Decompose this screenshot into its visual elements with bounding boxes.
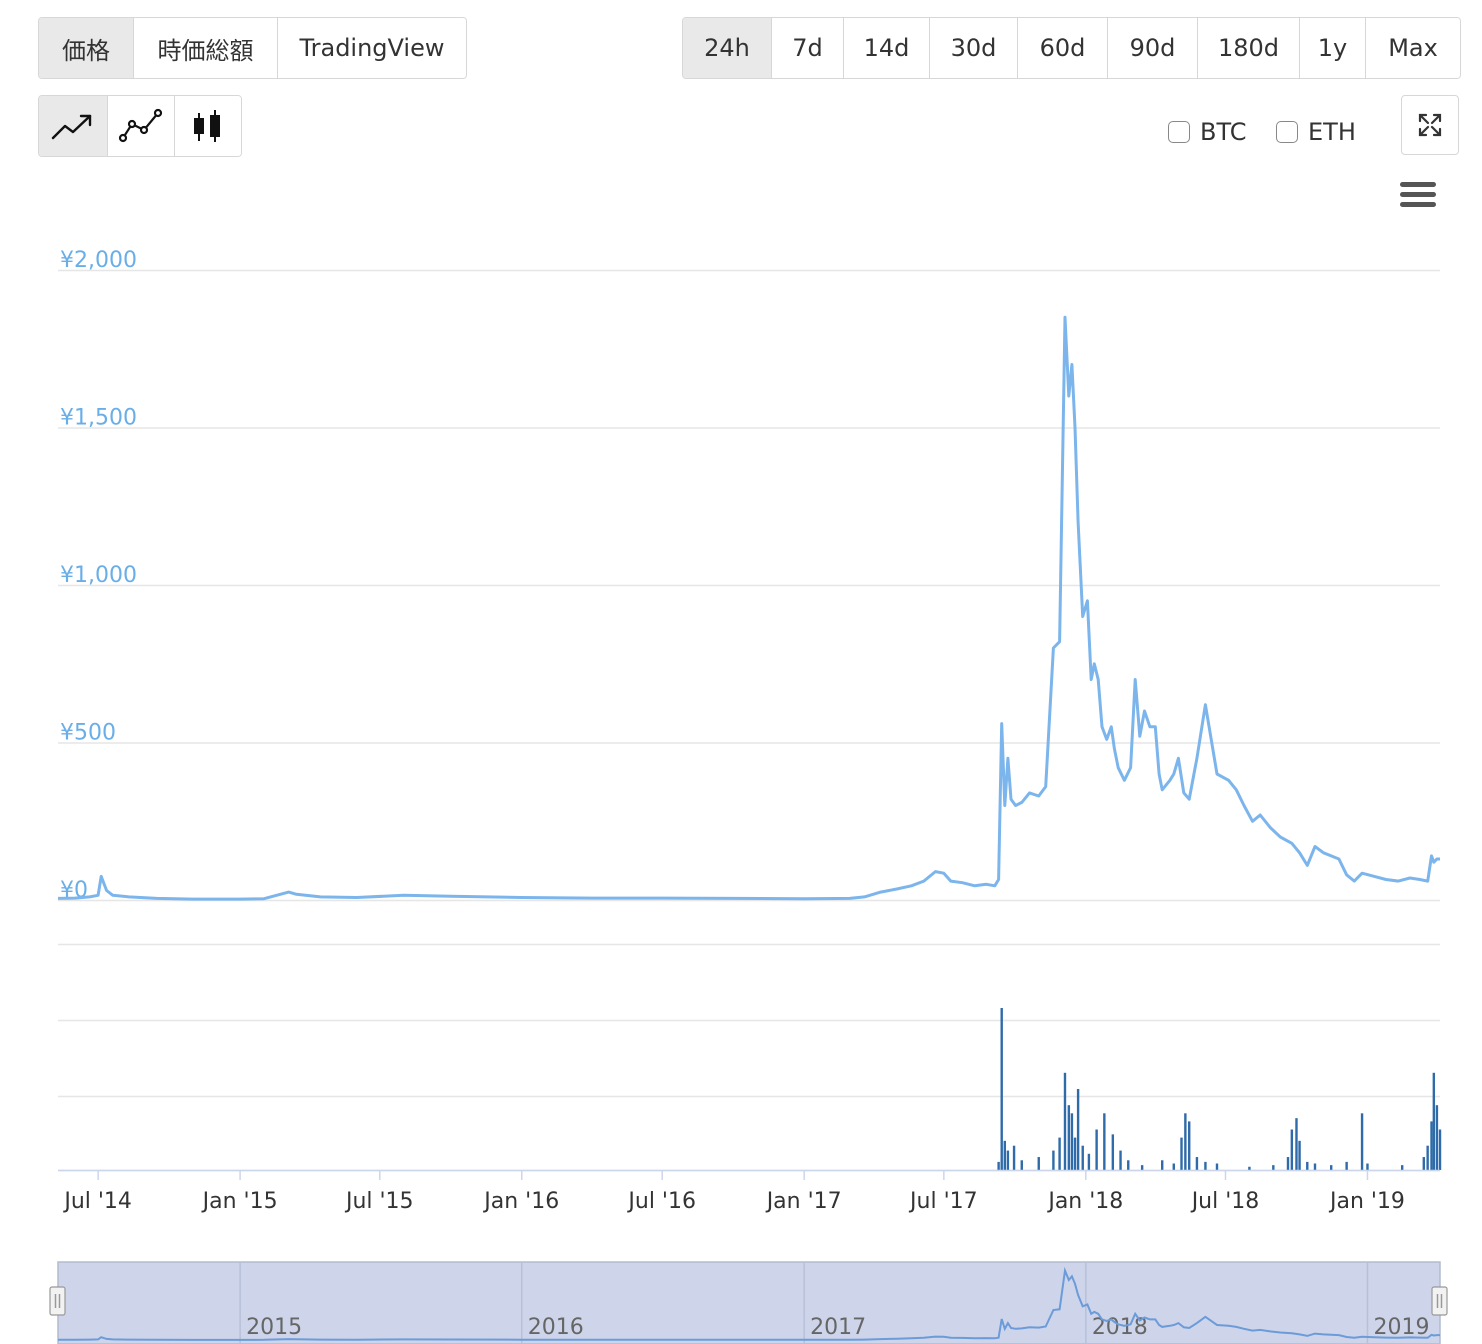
price-line bbox=[57, 315, 1440, 901]
x-tick-label: Jul '16 bbox=[626, 1189, 696, 1214]
volume-bar bbox=[1037, 1157, 1040, 1170]
volume-series bbox=[58, 1008, 1442, 1172]
volume-bar bbox=[1103, 1113, 1106, 1170]
volume-bar bbox=[1052, 1150, 1055, 1170]
volume-bar bbox=[1140, 1165, 1144, 1170]
navigator-year-label: 2017 bbox=[810, 1315, 866, 1340]
volume-bar bbox=[1000, 1008, 1003, 1170]
navigator-year-label: 2015 bbox=[246, 1315, 302, 1340]
volume-bar bbox=[1063, 1072, 1067, 1170]
volume-bar bbox=[1095, 1129, 1098, 1170]
volume-bar bbox=[1204, 1161, 1207, 1170]
x-tick-label: Jul '14 bbox=[62, 1189, 132, 1214]
volume-bar bbox=[1298, 1140, 1301, 1170]
volume-bar bbox=[1003, 1140, 1006, 1170]
volume-bar bbox=[1012, 1145, 1016, 1170]
x-tick-label: Jul '15 bbox=[344, 1189, 414, 1214]
volume-bar bbox=[1290, 1129, 1294, 1170]
navigator[interactable]: 2015 2016 2017 2018 2019 bbox=[49, 1261, 1448, 1344]
volume-bar bbox=[1345, 1161, 1348, 1170]
x-tick-label: Jan '16 bbox=[482, 1189, 559, 1214]
volume-bar bbox=[1058, 1137, 1061, 1170]
x-tick-label: Jul '17 bbox=[908, 1189, 978, 1214]
navigator-year-label: 2016 bbox=[528, 1315, 584, 1340]
volume-bar bbox=[1438, 1129, 1442, 1170]
x-tick-label: Jan '19 bbox=[1328, 1189, 1405, 1214]
volume-bar bbox=[1020, 1160, 1023, 1170]
volume-bar bbox=[1295, 1118, 1298, 1170]
volume-bar bbox=[1070, 1113, 1074, 1170]
y-tick-label: ¥1,500 bbox=[60, 406, 137, 431]
volume-bar bbox=[1366, 1163, 1369, 1170]
price-series bbox=[57, 315, 1440, 901]
volume-bar bbox=[1432, 1072, 1436, 1170]
volume-bar bbox=[1329, 1165, 1333, 1170]
y-tick-label: ¥2,000 bbox=[60, 248, 137, 273]
volume-bar bbox=[1422, 1157, 1425, 1170]
volume-bar bbox=[1184, 1113, 1187, 1170]
volume-bar bbox=[1119, 1150, 1122, 1170]
grid-lines bbox=[58, 269, 1440, 1098]
volume-bar bbox=[1435, 1105, 1439, 1170]
volume-bar bbox=[1248, 1166, 1251, 1170]
volume-bar bbox=[1272, 1165, 1275, 1170]
volume-bar bbox=[1360, 1113, 1364, 1170]
price-chart[interactable]: ¥0¥500¥1,000¥1,500¥2,000 Jul '14 Jan '15 J… bbox=[0, 0, 1482, 1344]
volume-bar bbox=[1111, 1134, 1115, 1170]
volume-bar bbox=[1286, 1157, 1290, 1170]
x-tick-label: Jan '18 bbox=[1046, 1189, 1123, 1214]
volume-bar bbox=[1430, 1121, 1433, 1170]
y-tick-label: ¥500 bbox=[60, 721, 116, 746]
volume-bar bbox=[1313, 1163, 1317, 1170]
volume-bar bbox=[1087, 1153, 1091, 1170]
volume-bar bbox=[1073, 1137, 1077, 1170]
volume-bar bbox=[1127, 1160, 1130, 1170]
volume-bar bbox=[1188, 1121, 1191, 1170]
volume-bar bbox=[1076, 1089, 1080, 1170]
volume-bar bbox=[997, 1161, 1000, 1170]
volume-bar bbox=[1195, 1157, 1199, 1170]
x-tick-label: Jan '17 bbox=[765, 1189, 842, 1214]
volume-bar bbox=[1400, 1165, 1404, 1170]
handle-body bbox=[49, 1286, 66, 1316]
handle-body bbox=[1431, 1286, 1448, 1316]
volume-bar bbox=[1006, 1150, 1010, 1170]
y-axis-labels: ¥0¥500¥1,000¥1,500¥2,000 bbox=[60, 248, 137, 903]
volume-bar bbox=[1067, 1105, 1071, 1170]
x-axis: Jul '14 Jan '15 Jul '15 Jan '16 Jul '16 Jan '… bbox=[58, 1169, 1440, 1214]
volume-bar bbox=[1172, 1163, 1175, 1170]
navigator-left-handle[interactable] bbox=[49, 1286, 66, 1316]
volume-bar bbox=[1215, 1163, 1219, 1170]
volume-bar bbox=[1306, 1161, 1309, 1170]
navigator-right-handle[interactable] bbox=[1431, 1286, 1448, 1316]
volume-bar bbox=[1081, 1145, 1084, 1170]
x-tick-label: Jan '15 bbox=[201, 1189, 278, 1214]
y-tick-label: ¥1,000 bbox=[60, 563, 137, 588]
volume-bar bbox=[1180, 1137, 1183, 1170]
volume-bar bbox=[1426, 1145, 1429, 1170]
navigator-year-label: 2019 bbox=[1373, 1315, 1429, 1340]
volume-bar bbox=[1161, 1160, 1164, 1170]
x-tick-label: Jul '18 bbox=[1190, 1189, 1260, 1214]
